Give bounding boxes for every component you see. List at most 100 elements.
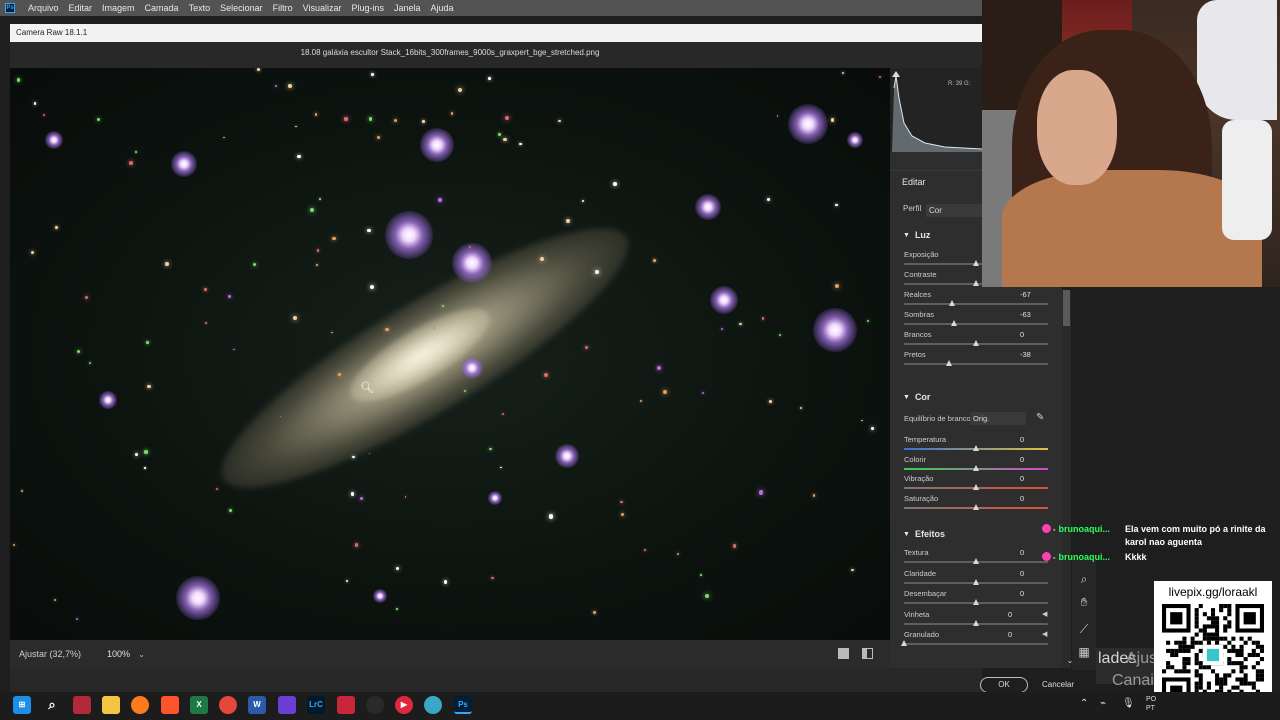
chrome-icon[interactable] <box>219 696 237 714</box>
lightroom-classic-icon[interactable]: LrC <box>307 696 325 714</box>
slider-thumb[interactable] <box>973 445 979 451</box>
excel-icon[interactable]: X <box>190 696 208 714</box>
slider-value[interactable]: -63 <box>1020 310 1046 320</box>
tray-network-icon[interactable]: ⌁ <box>1100 698 1106 709</box>
menu-texto[interactable]: Texto <box>184 3 216 13</box>
slider-textura[interactable]: Textura 0 <box>890 548 1062 568</box>
chevron-down-icon[interactable]: ⌄ <box>1062 653 1078 669</box>
grid-overlay-icon[interactable]: ▦ <box>1076 644 1092 660</box>
color-sampler-icon[interactable]: ⟋ <box>1076 621 1092 637</box>
slider-saturação[interactable]: Saturação 0 <box>890 494 1062 514</box>
white-balance-select[interactable]: Orig. <box>970 412 1026 425</box>
menu-arquivo[interactable]: Arquivo <box>23 3 64 13</box>
windows-start-icon[interactable]: ⊞ <box>13 696 31 714</box>
slider-thumb[interactable] <box>973 558 979 564</box>
slider-thumb[interactable] <box>973 619 979 626</box>
section-effects-header[interactable]: ▼ Efeitos <box>890 523 1050 545</box>
slider-track[interactable] <box>904 363 1048 365</box>
slider-thumb[interactable] <box>945 360 952 366</box>
photoshop-logo-icon[interactable]: Ps <box>5 3 15 13</box>
slider-thumb[interactable] <box>973 578 979 585</box>
profile-select[interactable]: Cor <box>926 204 986 217</box>
menu-selecionar[interactable]: Selecionar <box>215 3 268 13</box>
slider-realces[interactable]: Realces -67 <box>890 290 1062 310</box>
slider-value[interactable]: 0 <box>1020 589 1046 599</box>
zoom-tool-icon[interactable]: ⌕ <box>1076 571 1092 587</box>
slider-thumb[interactable] <box>973 340 979 346</box>
obsidian-icon[interactable] <box>278 696 296 714</box>
tray-chevron-icon[interactable]: ⌃ <box>1080 698 1088 709</box>
slider-track[interactable] <box>904 323 1048 325</box>
app-globe-icon[interactable] <box>424 696 442 714</box>
slider-thumb[interactable] <box>973 260 979 266</box>
star <box>370 72 374 76</box>
word-icon[interactable]: W <box>248 696 266 714</box>
expand-arrow-icon[interactable]: ◀ <box>1042 610 1047 618</box>
slider-desembaçar[interactable]: Desembaçar 0 <box>890 589 1062 609</box>
ok-button[interactable]: OK <box>980 677 1028 693</box>
search-icon[interactable]: ⌕ <box>43 696 61 714</box>
menu-plugins[interactable]: Plug-ins <box>346 3 389 13</box>
tray-mic-icon[interactable]: 🎙︎ <box>1122 698 1135 709</box>
chevron-down-icon[interactable]: ⌄ <box>138 650 145 659</box>
menu-filtro[interactable]: Filtro <box>268 3 298 13</box>
slider-value[interactable]: 0 <box>1008 610 1034 620</box>
slider-brancos[interactable]: Brancos 0 <box>890 330 1062 350</box>
slider-thumb[interactable] <box>973 599 979 605</box>
section-color-header[interactable]: ▼ Cor <box>890 386 1050 408</box>
slider-thumb[interactable] <box>951 320 958 326</box>
zoom-level-value[interactable]: 100% <box>103 647 134 661</box>
slider-thumb[interactable] <box>973 280 979 286</box>
slider-track[interactable] <box>904 303 1048 305</box>
menu-editar[interactable]: Editar <box>64 3 98 13</box>
single-view-icon[interactable] <box>838 648 849 659</box>
before-after-view-icon[interactable] <box>862 648 873 659</box>
slider-vibração[interactable]: Vibração 0 <box>890 474 1062 494</box>
slider-value[interactable]: -38 <box>1020 350 1046 360</box>
slider-pretos[interactable]: Pretos -38 <box>890 350 1062 370</box>
slider-value[interactable]: -67 <box>1020 290 1046 300</box>
app-red-play-icon[interactable]: ▶ <box>395 696 413 714</box>
app-red-icon[interactable] <box>73 696 91 714</box>
image-preview[interactable]: 🔍︎ <box>10 68 890 640</box>
slider-claridade[interactable]: Claridade 0 <box>890 569 1062 589</box>
slider-thumb[interactable] <box>973 484 979 491</box>
slider-vinheta[interactable]: Vinheta 0 ◀ <box>890 610 1062 630</box>
photoshop-taskbar-icon[interactable]: Ps <box>454 696 472 714</box>
tray-language[interactable]: PO PT <box>1146 695 1156 713</box>
brave-icon[interactable] <box>161 696 179 714</box>
slider-thumb[interactable] <box>973 504 979 511</box>
menu-camada[interactable]: Camada <box>140 3 184 13</box>
slider-thumb[interactable] <box>973 464 979 471</box>
slider-thumb[interactable] <box>948 300 955 306</box>
clipping-warning-icon[interactable] <box>892 71 900 77</box>
slider-colorir[interactable]: Colorir 0 <box>890 455 1062 475</box>
menu-visualizar[interactable]: Visualizar <box>298 3 347 13</box>
cancel-button[interactable]: Cancelar <box>1036 677 1080 693</box>
slider-sombras[interactable]: Sombras -63 <box>890 310 1062 330</box>
slider-thumb[interactable] <box>901 640 907 646</box>
slider-temperatura[interactable]: Temperatura 0 <box>890 435 1062 455</box>
slider-track[interactable] <box>904 643 1048 645</box>
slider-value[interactable]: 0 <box>1020 569 1046 579</box>
panel-scrollbar-thumb[interactable] <box>1063 290 1070 326</box>
slider-value[interactable]: 0 <box>1020 435 1046 445</box>
slider-value[interactable]: 0 <box>1020 455 1046 465</box>
file-explorer-icon[interactable] <box>102 696 120 714</box>
firefox-icon[interactable] <box>131 696 149 714</box>
hand-tool-icon[interactable]: ✋︎ <box>1076 594 1092 610</box>
menu-janela[interactable]: Janela <box>389 3 426 13</box>
slider-value[interactable]: 0 <box>1020 474 1046 484</box>
slider-value[interactable]: 0 <box>1008 630 1034 640</box>
app-davinci-icon[interactable] <box>366 696 384 714</box>
slider-value[interactable]: 0 <box>1020 494 1046 504</box>
menu-imagem[interactable]: Imagem <box>97 3 140 13</box>
slider-value[interactable]: 0 <box>1020 330 1046 340</box>
panel-scrollbar[interactable] <box>1062 290 1071 668</box>
menu-ajuda[interactable]: Ajuda <box>426 3 459 13</box>
expand-arrow-icon[interactable]: ◀ <box>1042 630 1047 638</box>
fit-zoom-label[interactable]: Ajustar (32,7%) <box>19 649 81 659</box>
slider-granulado[interactable]: Granulado 0 ◀ <box>890 630 1062 650</box>
eyedropper-icon[interactable]: ✎ <box>1036 412 1044 423</box>
app-news-icon[interactable] <box>337 696 355 714</box>
